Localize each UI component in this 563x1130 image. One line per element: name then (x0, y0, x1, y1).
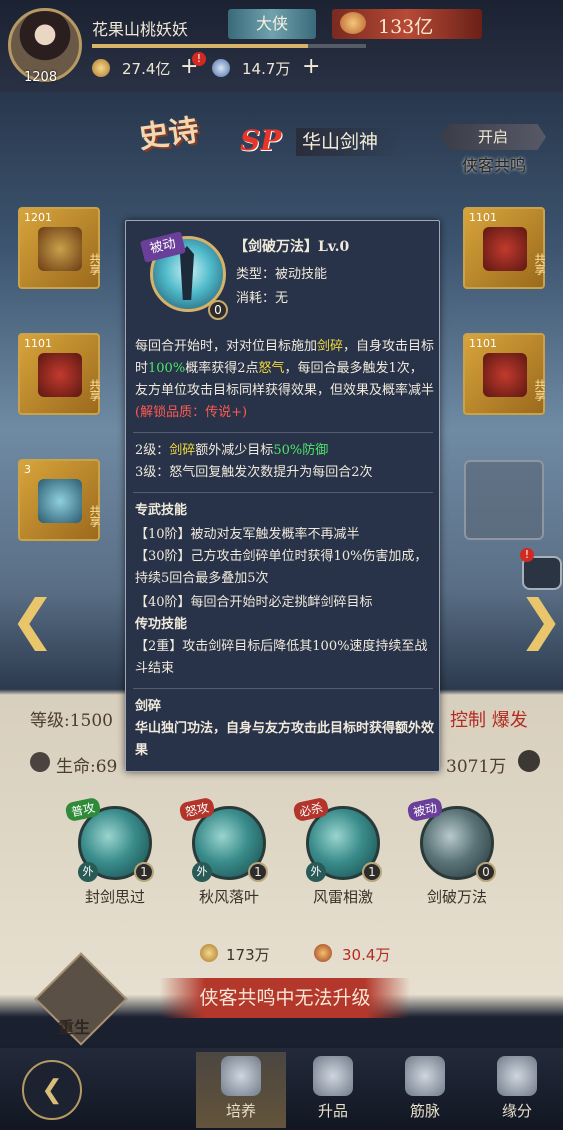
transfer-skill-title: 传功技能 (135, 617, 188, 632)
tab-label: 培养 (225, 1102, 256, 1120)
skill-level-badge: 0 (476, 862, 496, 882)
skill-type-badge: 外 (192, 862, 212, 882)
rebirth-label: 重生 (58, 1018, 91, 1037)
skill-level-badge: 0 (208, 300, 228, 320)
quality-label: 史诗 (136, 112, 201, 156)
sword-icon (38, 479, 82, 523)
tab-meridian[interactable]: 筋脉 (380, 1052, 470, 1128)
tooltip-lv2: 2级：剑碎额外减少目标50%防御 (135, 443, 329, 458)
fate-icon (497, 1056, 537, 1096)
resonance-label: 侠客共鸣 (462, 156, 527, 175)
alert-badge: ! (192, 52, 206, 66)
shared-tag: 共享 (88, 253, 101, 275)
hero-name: 华山剑神 (296, 128, 402, 156)
boots-icon (483, 353, 527, 397)
coin-icon (92, 59, 110, 77)
tab-cultivate[interactable]: 培养 (196, 1052, 286, 1128)
term-title: 剑碎 (135, 699, 162, 714)
hero-level-stat: 等级:1500 (30, 711, 113, 731)
skill-name-4: 剑破万法 (426, 888, 487, 906)
slot-level: 1101 (24, 337, 52, 350)
equip-slot-helmet[interactable]: 1101 共享 (463, 207, 546, 289)
next-hero-arrow-icon[interactable]: ❯ (518, 588, 563, 651)
divider (133, 432, 433, 433)
equip-slot-boots[interactable]: 1101 共享 (463, 333, 546, 415)
exclusive-skill-2: 【30阶】己方攻击剑碎单位时获得10%伤害加成，持续5回合最多叠加5次 (135, 549, 428, 586)
player-level: 1208 (24, 70, 58, 85)
power-value: 133亿 (378, 16, 434, 38)
currency-gem-value: 14.7万 (242, 60, 291, 78)
stats-detail-icon[interactable] (518, 750, 540, 772)
slot-level: 1201 (24, 211, 52, 224)
exclusive-skill-3: 【40阶】每回合开始时必定挑衅剑碎目标 (135, 595, 373, 610)
skill-name-1: 封剑思过 (84, 888, 145, 906)
skill-type-badge: 外 (78, 862, 98, 882)
tab-label: 升品 (317, 1102, 348, 1120)
tooltip-type: 类型：被动技能 (236, 267, 328, 282)
player-name: 花果山桃妖妖 (92, 20, 189, 39)
shared-tag: 共享 (88, 379, 101, 401)
equip-slot-sword[interactable]: 3 共享 (18, 459, 101, 541)
helmet-icon (483, 227, 527, 271)
divider (133, 688, 433, 689)
tooltip-title: 【剑破万法】Lv.0 (234, 239, 350, 255)
open-resonance-button[interactable]: 开启 (440, 124, 546, 150)
meridian-icon (405, 1056, 445, 1096)
coin-icon (200, 944, 218, 962)
slot-level: 3 (24, 463, 31, 476)
currency-coin-value: 27.4亿 (122, 60, 171, 78)
tooltip-description: 每回合开始时，对对位目标施加剑碎，自身攻击目标时100%概率获得2点怒气，每回合… (135, 339, 435, 420)
slot-level: 1101 (469, 211, 497, 224)
equip-slot-weapon[interactable]: 1201 共享 (18, 207, 101, 289)
divider (133, 492, 433, 493)
tab-label: 筋脉 (409, 1102, 440, 1120)
power-icon (340, 12, 366, 34)
upgrade-icon (313, 1056, 353, 1096)
cultivate-icon (221, 1056, 261, 1096)
prev-hero-arrow-icon[interactable]: ❮ (10, 588, 55, 651)
skill-name-3: 风雷相激 (312, 888, 373, 906)
exp-bar-fill (92, 44, 308, 48)
back-button[interactable]: ❮ (22, 1060, 82, 1120)
tab-label: 缘分 (501, 1102, 532, 1120)
cost-gem: 30.4万 (342, 946, 391, 964)
cost-coin: 173万 (226, 946, 270, 964)
tooltip-lv3: 3级：怒气回复触发次数提升为每回合2次 (135, 465, 373, 480)
axe-icon (38, 227, 82, 271)
slot-level: 1101 (469, 337, 497, 350)
hp-stat: 生命:69 (56, 757, 118, 777)
armor-icon (38, 353, 82, 397)
gem-icon (212, 59, 230, 77)
tooltip-cost: 消耗：无 (236, 291, 289, 306)
transfer-skill-1: 【2重】攻击剑碎目标后降低其100%速度持续至战斗结束 (135, 639, 428, 676)
shared-tag: 共享 (88, 505, 101, 527)
attack-stat: 3071万 (446, 757, 507, 777)
exclusive-weapon-title: 专武技能 (135, 503, 188, 518)
skill-level-badge: 1 (248, 862, 268, 882)
skill-name-2: 秋风落叶 (198, 888, 259, 906)
tab-upgrade[interactable]: 升品 (288, 1052, 378, 1128)
skill-level-badge: 1 (362, 862, 382, 882)
heart-icon (30, 752, 50, 772)
add-gem-button[interactable]: + (302, 54, 320, 79)
equip-slot-empty[interactable] (464, 460, 544, 540)
shared-tag: 共享 (533, 253, 546, 275)
term-description: 华山独门功法，自身与友方攻击此目标时获得额外效果 (135, 721, 435, 758)
rank-badge: 大侠 (228, 9, 316, 39)
exclusive-skill-1: 【10阶】被动对友军触发概率不再减半 (135, 527, 360, 542)
shared-tag: 共享 (533, 379, 546, 401)
hero-traits: 控制 爆发 (450, 710, 528, 731)
skill-type-badge: 外 (306, 862, 326, 882)
skill-level-badge: 1 (134, 862, 154, 882)
upgrade-button[interactable]: 侠客共鸣中无法升级 (160, 978, 410, 1018)
sp-badge: SP (240, 124, 282, 157)
gem-icon (314, 944, 332, 962)
chat-alert-badge: ! (520, 548, 534, 562)
tab-fate[interactable]: 缘分 (472, 1052, 562, 1128)
equip-slot-armor[interactable]: 1101 共享 (18, 333, 101, 415)
